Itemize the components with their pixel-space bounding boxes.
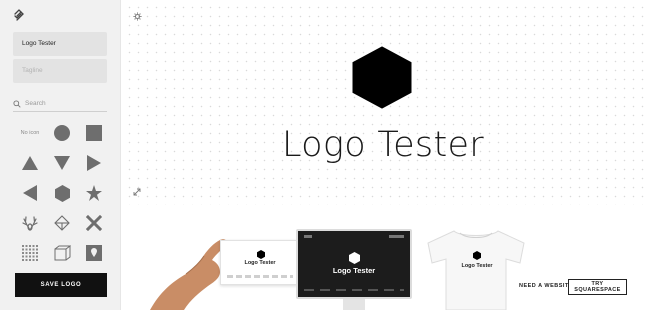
diamond-option[interactable] [46, 208, 78, 238]
no-icon-label: No icon [20, 130, 40, 136]
screen-nav [304, 235, 404, 238]
try-squarespace-button[interactable]: TRY SQUARESPACE [568, 279, 627, 295]
logo-title: Logo Tester [282, 125, 484, 165]
card-logo-name: Logo Tester [244, 260, 276, 266]
x-cross-icon [86, 215, 102, 231]
map-pin-option[interactable] [78, 238, 110, 268]
diamond-outline-icon [54, 215, 70, 231]
square-option[interactable] [78, 118, 110, 148]
screen-footer [304, 289, 404, 291]
antlers-option[interactable] [14, 208, 46, 238]
dot-grid-option[interactable] [14, 238, 46, 268]
monitor-stand [343, 299, 365, 310]
screen-logo-name: Logo Tester [332, 266, 376, 275]
star-icon [86, 185, 102, 201]
tshirt-mockup: Logo Tester [424, 229, 528, 310]
icon-search-input[interactable]: Search [13, 96, 107, 112]
circle-option[interactable] [46, 118, 78, 148]
antlers-icon [22, 216, 38, 231]
business-card-mockup: Logo Tester [220, 240, 298, 285]
x-cross-option[interactable] [78, 208, 110, 238]
hexagon-icon [54, 184, 70, 202]
triangle-up-option[interactable] [14, 148, 46, 178]
triangle-right-icon [87, 155, 101, 171]
sidebar: Logo Tester Tagline Search No icon SAVE … [0, 0, 121, 310]
tshirt-logo-name: Logo Tester [461, 263, 493, 269]
card-contact-lines [227, 275, 293, 278]
screen-hexagon-icon [349, 252, 360, 264]
triangle-left-icon [23, 185, 37, 201]
dot-grid-icon [22, 245, 38, 261]
triangle-down-option[interactable] [46, 148, 78, 178]
triangle-right-option[interactable] [78, 148, 110, 178]
search-icon [13, 99, 21, 108]
tshirt-hexagon-icon [473, 251, 481, 260]
card-hexagon-icon [257, 250, 265, 259]
icon-grid: No icon [14, 118, 110, 268]
map-pin-square-icon [86, 245, 102, 261]
square-icon [86, 125, 102, 141]
save-logo-button[interactable]: SAVE LOGO [15, 273, 107, 297]
triangle-up-icon [22, 156, 38, 170]
gear-icon[interactable] [133, 12, 142, 21]
triangle-down-icon [54, 156, 70, 170]
tshirt-icon [427, 230, 525, 310]
circle-icon [54, 125, 70, 141]
star-option[interactable] [78, 178, 110, 208]
cube-option[interactable] [46, 238, 78, 268]
monitor-mockup: Logo Tester [296, 229, 412, 299]
hexagon-option[interactable] [46, 178, 78, 208]
cube-outline-icon [54, 245, 71, 261]
expand-icon[interactable] [133, 188, 141, 196]
no-icon-option[interactable]: No icon [14, 118, 46, 148]
tagline-input[interactable]: Tagline [13, 59, 107, 83]
triangle-left-option[interactable] [14, 178, 46, 208]
logo-hexagon-icon [352, 46, 412, 109]
search-placeholder: Search [25, 100, 46, 107]
logo-name-input[interactable]: Logo Tester [13, 32, 107, 56]
squarespace-logo-icon[interactable] [12, 8, 26, 22]
